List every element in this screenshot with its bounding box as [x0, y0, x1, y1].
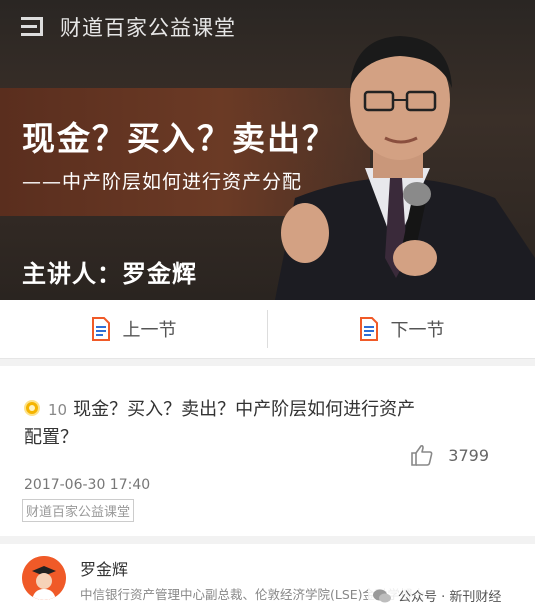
source-tag[interactable]: 财道百家公益课堂: [22, 499, 135, 522]
watermark-text: 公众号 · 新刊财经: [398, 590, 502, 605]
document-icon: [359, 317, 378, 341]
course-banner: 财道百家公益课堂 现金？买入？卖出？ ——中产阶层如何进行资产分配 主讲人：罗金…: [0, 0, 535, 300]
speaker-photo: [275, 36, 535, 300]
document-icon: [91, 317, 110, 341]
thumbs-up-icon: [411, 444, 433, 466]
graduate-avatar-icon: [22, 556, 66, 600]
article-card: 10 现金？买入？卖出？中产阶层如何进行资产配置？ 3799 2017-06-30…: [0, 366, 535, 536]
lesson-nav-bar: 上一节 下一节: [0, 300, 535, 359]
brand-logo-icon: [21, 17, 43, 36]
author-name: 罗金辉: [80, 560, 129, 579]
brand-name: 财道百家公益课堂: [60, 16, 236, 40]
like-count: 3799: [448, 445, 489, 465]
next-lesson-button[interactable]: 下一节: [268, 300, 535, 358]
prev-lesson-button[interactable]: 上一节: [0, 300, 267, 358]
coin-count: 10: [48, 401, 68, 419]
article-title: 现金？买入？卖出？中产阶层如何进行资产配置？: [24, 399, 416, 448]
article-title-line: 10 现金？买入？卖出？中产阶层如何进行资产配置？: [24, 396, 424, 452]
watermark: 公众号 · 新刊财经: [368, 584, 506, 607]
prev-lesson-label: 上一节: [122, 320, 177, 341]
lecturer-line: 主讲人：罗金辉: [22, 260, 197, 288]
publish-date: 2017-06-30 17:40: [24, 477, 151, 493]
wechat-icon: [373, 589, 391, 602]
coin-icon: [24, 400, 40, 416]
brand-header: 财道百家公益课堂: [18, 12, 236, 42]
next-lesson-label: 下一节: [390, 320, 445, 341]
author-avatar[interactable]: [22, 556, 66, 600]
like-button[interactable]: 3799: [410, 444, 489, 466]
author-card[interactable]: 罗金辉 中信银行资产管理中心副总裁、伦敦经济学院(LSE)金融学博士 公众号 ·…: [0, 544, 535, 616]
